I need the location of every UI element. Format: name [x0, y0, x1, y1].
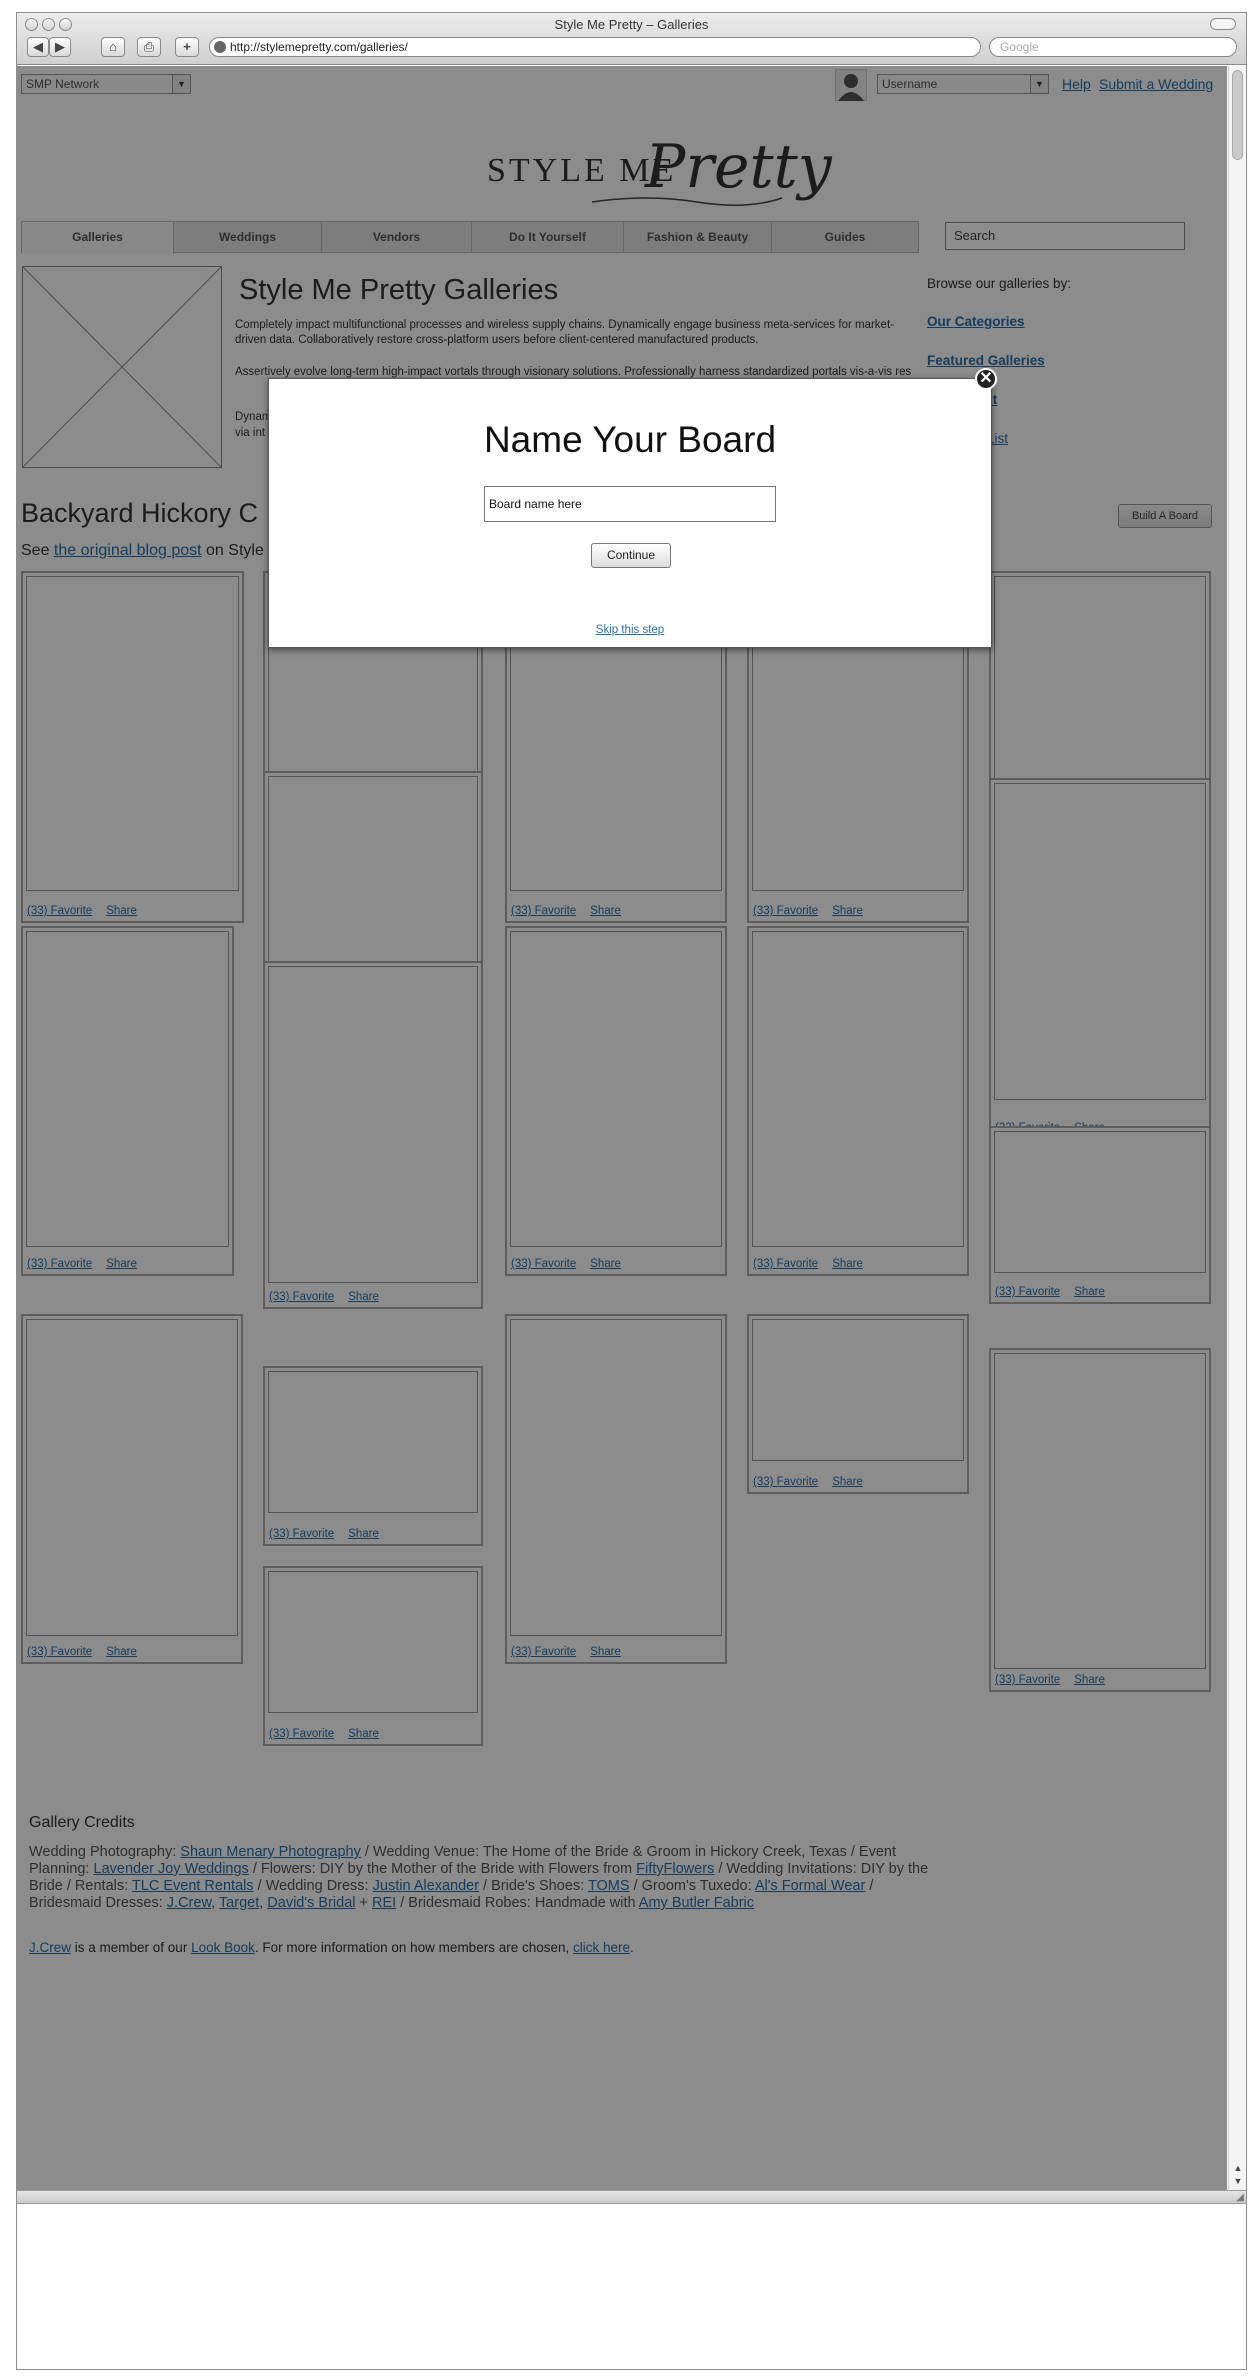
- forward-icon[interactable]: ▶: [49, 37, 71, 57]
- globe-icon: [214, 41, 226, 53]
- continue-button[interactable]: Continue: [591, 543, 671, 568]
- url-text: http://stylemepretty.com/galleries/: [230, 40, 408, 54]
- scroll-down-icon[interactable]: ▼: [1232, 2175, 1244, 2187]
- skip-step-text[interactable]: Skip this step: [596, 624, 664, 636]
- browser-window: Style Me Pretty – Galleries ◀ ▶ ⌂ ⎙ + ht…: [16, 12, 1247, 2370]
- resize-grip-icon[interactable]: ◢: [1236, 2192, 1244, 2203]
- name-board-dialog: Name Your Board Continue Skip this step …: [268, 368, 997, 648]
- browser-toolbar: Style Me Pretty – Galleries ◀ ▶ ⌂ ⎙ + ht…: [17, 13, 1246, 65]
- home-icon[interactable]: ⌂: [101, 37, 125, 57]
- dialog-title: Name Your Board: [483, 419, 777, 460]
- scrollbar-thumb[interactable]: [1232, 70, 1243, 160]
- address-bar[interactable]: http://stylemepretty.com/galleries/: [209, 37, 981, 57]
- skip-step-link[interactable]: Skip this step: [269, 624, 991, 636]
- add-bookmark-icon[interactable]: +: [175, 37, 199, 57]
- scroll-up-icon[interactable]: ▲: [1232, 2162, 1244, 2174]
- vertical-scrollbar[interactable]: ▲ ▼: [1228, 66, 1246, 2190]
- status-bar: ◢: [17, 2190, 1246, 2204]
- browser-search-input[interactable]: Google: [989, 37, 1237, 57]
- print-icon[interactable]: ⎙: [137, 37, 161, 57]
- board-name-input[interactable]: [484, 486, 776, 522]
- web-page: SMP Network ▼ Username ▼ Help Submit a W…: [17, 66, 1227, 2190]
- back-icon[interactable]: ◀: [27, 37, 49, 57]
- window-title: Style Me Pretty – Galleries: [554, 17, 709, 32]
- toolbar-toggle-button[interactable]: [1210, 18, 1236, 30]
- close-icon[interactable]: ✕: [975, 368, 997, 390]
